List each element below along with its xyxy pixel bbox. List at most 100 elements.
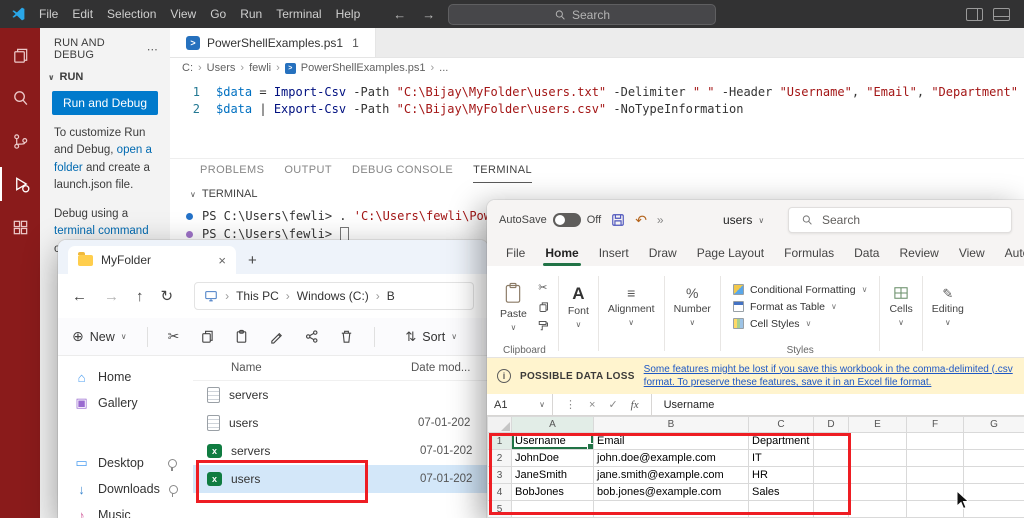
cell[interactable] [813, 483, 849, 501]
formula-input[interactable]: Username [650, 394, 1024, 415]
cell[interactable]: Sales [748, 483, 814, 501]
extensions-icon[interactable] [0, 210, 40, 244]
quick-access-more-icon[interactable]: » [657, 213, 664, 227]
code-line[interactable]: 2 $data | Export-Csv -Path "C:\Bijay\MyFo… [170, 101, 1024, 118]
new-tab-icon[interactable]: + [248, 252, 257, 269]
panel-tab-problems[interactable]: PROBLEMS [200, 159, 264, 183]
row-header-4[interactable]: 4 [487, 483, 512, 501]
rename-icon[interactable] [269, 329, 284, 344]
customize-layout-icon[interactable] [993, 8, 1010, 21]
file-row[interactable]: x users 07-01-202 [193, 465, 488, 493]
row-header-5[interactable]: 5 [487, 500, 512, 518]
breadcrumb-item[interactable]: fewli [249, 62, 271, 74]
address-crumb[interactable]: B [387, 289, 395, 303]
cell[interactable] [813, 432, 849, 450]
code-line[interactable]: 1 $data = Import-Csv -Path "C:\Bijay\MyFo… [170, 84, 1024, 101]
sidebar-item-desktop[interactable]: ▭ Desktop [58, 450, 193, 476]
autosave-toggle[interactable]: AutoSave Off [499, 213, 601, 227]
file-row[interactable]: x servers 07-01-202 [193, 437, 488, 465]
sidebar-item-home[interactable]: ⌂ Home [58, 364, 193, 390]
row-header-2[interactable]: 2 [487, 449, 512, 467]
panel-layout-icon[interactable] [966, 8, 983, 21]
cell[interactable] [813, 500, 849, 518]
command-decoration-icon[interactable] [186, 230, 193, 238]
column-header-F[interactable]: F [906, 416, 964, 433]
forward-icon[interactable]: → [422, 7, 435, 22]
cell[interactable] [906, 432, 964, 450]
styles-button-format-as-table[interactable]: Format as Table ∨ [732, 301, 868, 313]
save-icon[interactable] [611, 213, 625, 227]
copy-icon[interactable] [199, 329, 214, 344]
explorer-activity-icon[interactable] [0, 38, 40, 72]
insert-function-icon[interactable]: fx [631, 399, 639, 411]
ribbon-tab-formulas[interactable]: Formulas [775, 246, 843, 266]
cell[interactable]: IT [748, 449, 814, 467]
run-section-header[interactable]: ∨ RUN [40, 66, 170, 85]
new-button[interactable]: ⊕ New ∨ [72, 328, 127, 345]
ribbon-tab-view[interactable]: View [950, 246, 994, 266]
breadcrumb-item[interactable]: Users [207, 62, 236, 74]
ribbon-tab-draw[interactable]: Draw [640, 246, 686, 266]
more-actions-icon[interactable]: ⋯ [147, 43, 158, 56]
run-and-debug-button[interactable]: Run and Debug [52, 91, 158, 115]
cell[interactable]: john.doe@example.com [593, 449, 749, 467]
ribbon-tab-data[interactable]: Data [845, 246, 888, 266]
warning-message-link[interactable]: Some features might be lost if you save … [644, 363, 1013, 390]
menu-view[interactable]: View [163, 7, 203, 21]
cut-icon[interactable]: ✂ [538, 281, 547, 294]
cut-icon[interactable]: ✂ [168, 328, 180, 345]
explorer-tab-myfolder[interactable]: MyFolder × [68, 246, 236, 274]
column-header-A[interactable]: A [511, 416, 594, 433]
cell[interactable] [813, 466, 849, 484]
menu-selection[interactable]: Selection [100, 7, 163, 21]
excel-search-box[interactable]: Search [788, 207, 1012, 233]
column-header-D[interactable]: D [813, 416, 849, 433]
forward-icon[interactable]: → [104, 288, 119, 305]
back-icon[interactable]: ← [393, 7, 406, 22]
styles-group-label[interactable]: Styles [721, 345, 880, 356]
ribbon-tab-file[interactable]: File [497, 246, 534, 266]
cell[interactable] [963, 466, 1024, 484]
spreadsheet[interactable]: A B C D E F G 1 Username Email Department 2 JohnDoe j… [487, 416, 1024, 518]
sheet-corner[interactable] [487, 416, 512, 433]
menu-edit[interactable]: Edit [65, 7, 100, 21]
menu-run[interactable]: Run [233, 7, 269, 21]
row-header-3[interactable]: 3 [487, 466, 512, 484]
undo-icon[interactable]: ↶ [635, 212, 647, 229]
sidebar-item-music[interactable]: ♪ Music [58, 502, 193, 518]
sort-button[interactable]: ⇅ Sort ∨ [405, 329, 457, 345]
cell[interactable] [848, 432, 907, 450]
row-header-1[interactable]: 1 [487, 432, 512, 450]
ribbon-tab-insert[interactable]: Insert [590, 246, 638, 266]
column-header-G[interactable]: G [963, 416, 1024, 433]
menu-terminal[interactable]: Terminal [269, 7, 328, 21]
file-row[interactable]: servers [193, 381, 488, 409]
cell[interactable] [748, 500, 814, 518]
column-header-E[interactable]: E [848, 416, 907, 433]
cell[interactable] [906, 449, 964, 467]
cell[interactable]: bob.jones@example.com [593, 483, 749, 501]
search-activity-icon[interactable] [0, 81, 40, 115]
toggle-icon[interactable] [552, 213, 581, 227]
breadcrumb-item[interactable]: ... [439, 62, 448, 74]
address-bar[interactable]: › This PC › Windows (C:) › B [194, 282, 474, 310]
panel-tab-output[interactable]: OUTPUT [284, 159, 332, 183]
clipboard-group-label[interactable]: Clipboard [491, 345, 558, 356]
cell[interactable] [963, 483, 1024, 501]
ribbon-tab-page-layout[interactable]: Page Layout [688, 246, 773, 266]
breadcrumb-item[interactable]: PowerShellExamples.ps1 [301, 62, 426, 74]
cell[interactable] [813, 449, 849, 467]
ribbon-tab-review[interactable]: Review [890, 246, 947, 266]
cell[interactable] [906, 500, 964, 518]
source-control-icon[interactable] [0, 124, 40, 158]
alignment-group[interactable]: ≡ Alignment ∨ [599, 270, 664, 357]
cell[interactable] [848, 500, 907, 518]
cell[interactable]: JaneSmith [511, 466, 594, 484]
address-crumb[interactable]: This PC [236, 289, 279, 303]
editing-group[interactable]: ✎ Editing ∨ [923, 270, 973, 357]
cell[interactable] [511, 500, 594, 518]
cell[interactable] [906, 483, 964, 501]
cell[interactable] [963, 449, 1024, 467]
column-header-B[interactable]: B [593, 416, 749, 433]
tab-powershellexamples[interactable]: > PowerShellExamples.ps1 1 [170, 28, 376, 57]
